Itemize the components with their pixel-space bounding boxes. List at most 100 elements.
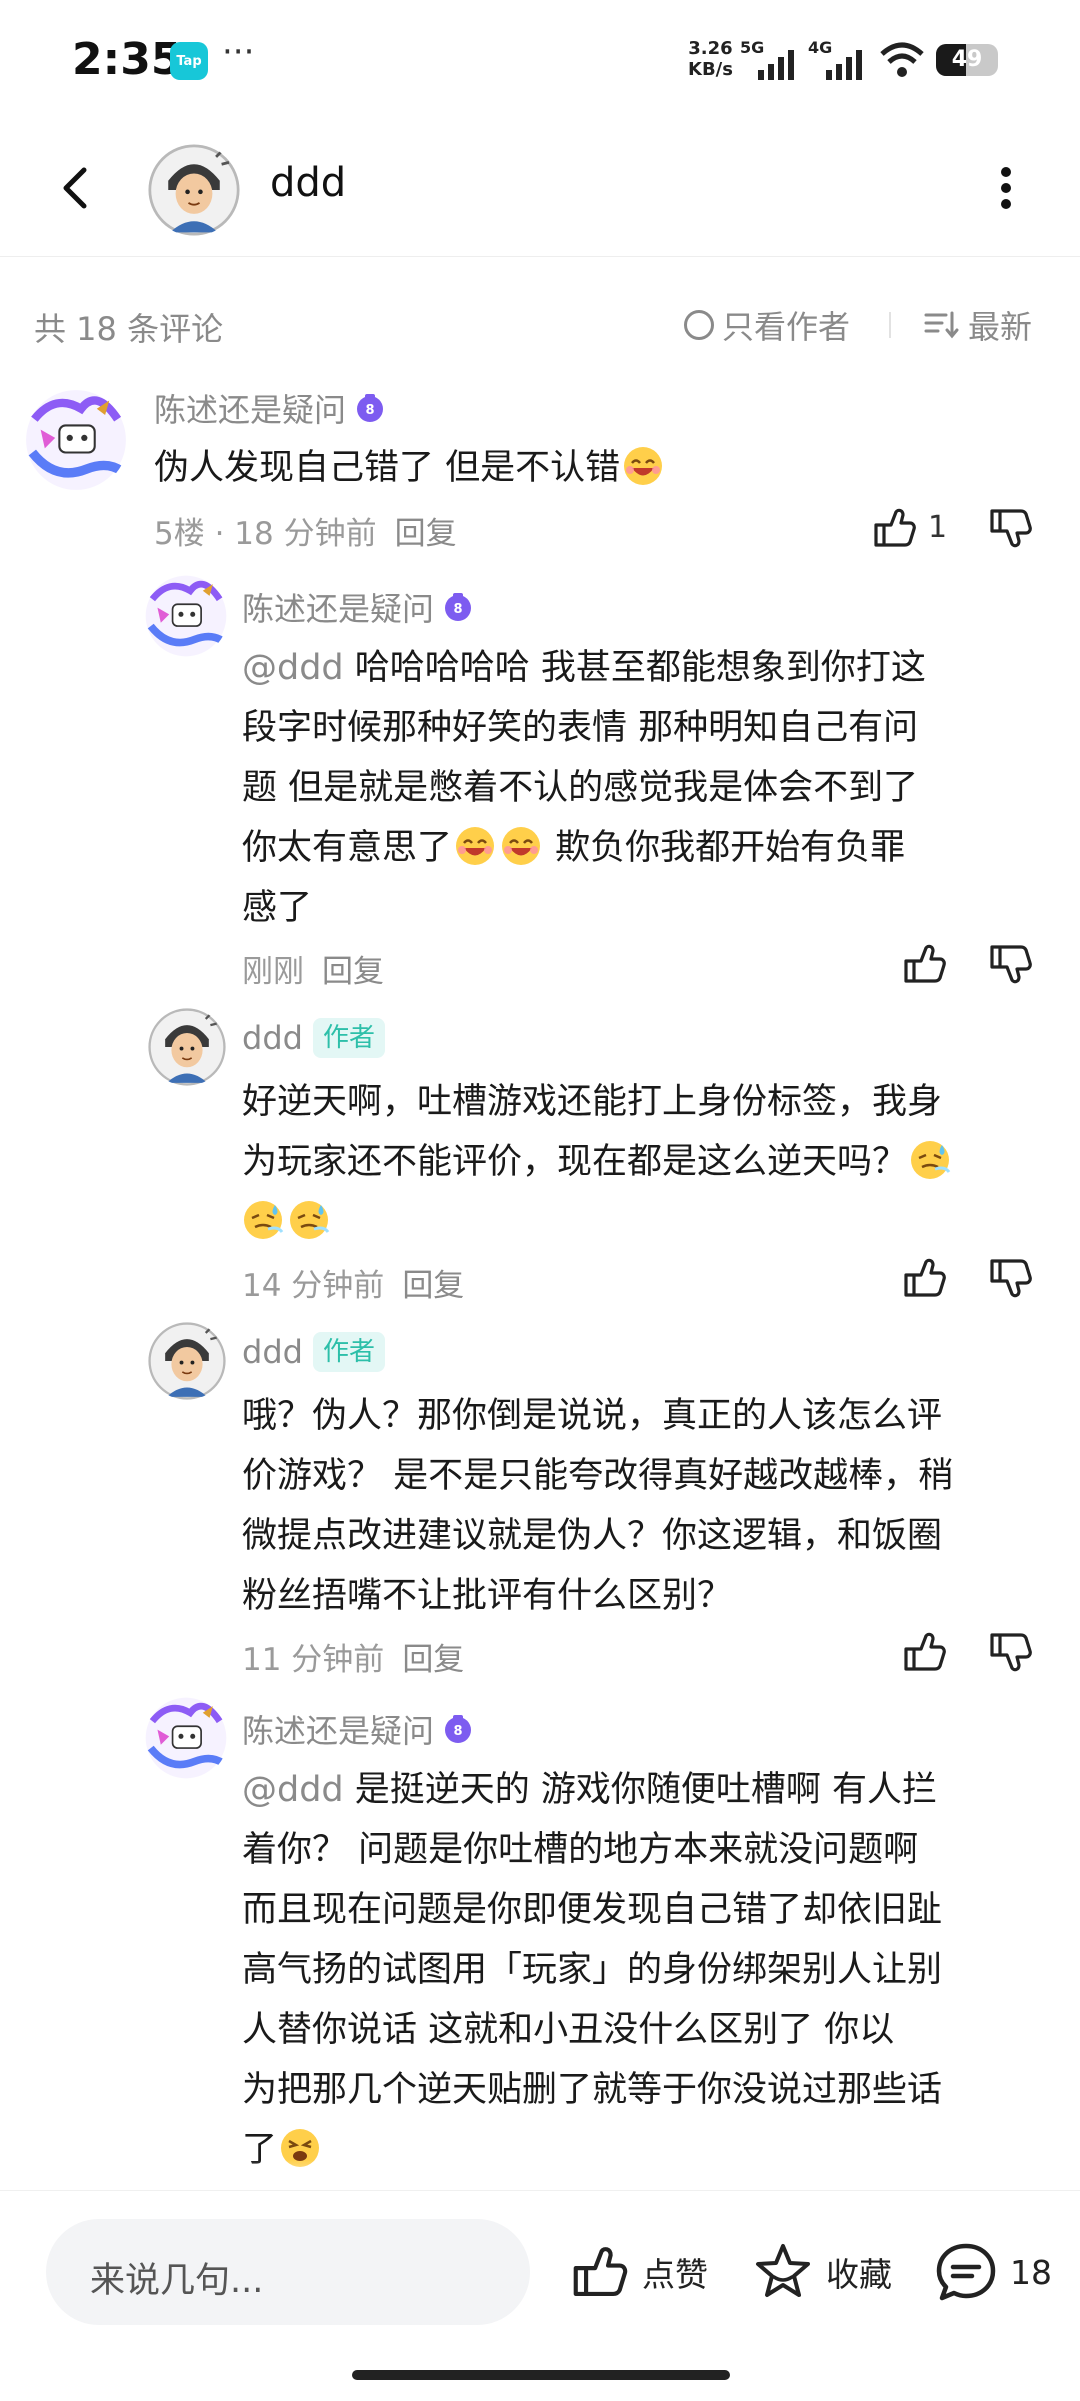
commenter-name[interactable]: ddd 作者 (242, 1332, 385, 1372)
comment-line: 价游戏？ 是不是只能夸改得真好越改越棒，稍 (242, 1456, 954, 1496)
comment-line: 为玩家还不能评价，现在都是这么逆天吗？ (242, 1142, 908, 1182)
comment-meta: 14 分钟前 回复 (242, 1260, 464, 1305)
comment-line: 段字时候那种好笑的表情 那种明知自己有问 (242, 708, 919, 748)
wifi-icon (880, 42, 924, 77)
comment-count: 共 18 条评论 (34, 310, 224, 348)
comment-line: 伪人发现自己错了 但是不认错 (154, 448, 621, 488)
status-time: 2:35 (72, 34, 182, 85)
favorite-button[interactable]: 收藏 (752, 2241, 892, 2303)
comment-text: 哦？伪人？那你倒是说说，真正的人该怎么评 价游戏？ 是不是只能夸改得真好越改越棒… (242, 1386, 953, 1626)
comment-line: 为把那几个逆天贴删了就等于你没说过那些话 (242, 2070, 943, 2110)
comment-line: 高气扬的试图用「玩家」的身份绑架别人让别 (242, 1950, 943, 1990)
comment-text: @ddd 是挺逆天的 游戏你随便吐槽啊 有人拦 着你？ 问题是你吐槽的地方本来就… (242, 1760, 942, 2180)
commenter-name-text: ddd (242, 1333, 303, 1371)
signal-bars-2-icon (826, 50, 862, 80)
commenter-avatar[interactable] (148, 1008, 226, 1086)
dislike-icon[interactable] (986, 1628, 1034, 1676)
comment-meta: 5楼 · 18 分钟前 回复 (154, 516, 457, 552)
battery-level: 49 (951, 47, 983, 72)
filter-divider (889, 312, 891, 338)
comment-line: 粉丝捂嘴不让批评有什么区别？ (242, 1576, 733, 1616)
back-icon[interactable] (48, 158, 108, 218)
commenter-name[interactable]: 陈述还是疑问 (242, 1706, 474, 1752)
laughing-emoji-icon (622, 445, 664, 487)
like-post-button[interactable]: 点赞 (568, 2241, 708, 2303)
only-author-toggle[interactable]: 只看作者 (684, 302, 850, 348)
scroll-fade (0, 2160, 1080, 2190)
like-count: 1 (928, 510, 948, 545)
comment-line: 是挺逆天的 游戏你随便吐槽啊 有人拦 (354, 1770, 938, 1810)
comment-line: 感了 (242, 888, 313, 928)
signal-bars-icon (758, 50, 794, 80)
star-icon (756, 2244, 810, 2297)
comment-line: 微提点改进建议就是伪人？你这逻辑，和饭圈 (242, 1516, 943, 1556)
comments-count: 18 (1010, 2252, 1052, 2292)
commenter-name[interactable]: ddd 作者 (242, 1018, 385, 1058)
reply-button[interactable]: 回复 (395, 516, 457, 552)
level-badge-icon (442, 591, 474, 623)
sweat-emoji-icon (242, 1199, 284, 1241)
comments-button[interactable]: 18 (934, 2241, 1052, 2303)
commenter-name-text: 陈述还是疑问 (242, 590, 435, 628)
comment-bubble-icon (936, 2243, 996, 2301)
vertical-dots-icon[interactable] (986, 160, 1026, 216)
comment-line: 人替你说话 这就和小丑没什么区别了 你以 (242, 2010, 895, 2050)
commenter-name-text: 陈述还是疑问 (154, 391, 347, 429)
comment-input-placeholder: 来说几句... (90, 2261, 264, 2301)
comment-meta: 刚刚 回复 (242, 946, 384, 991)
author-tag: 作者 (312, 1018, 385, 1058)
commenter-avatar[interactable] (24, 388, 128, 492)
comment-time: 18 分钟前 (234, 516, 377, 552)
comment-text: 伪人发现自己错了 但是不认错 (154, 438, 666, 498)
level-badge-icon (442, 1713, 474, 1745)
laughing-emoji-icon (454, 825, 496, 867)
commenter-avatar[interactable] (148, 1322, 226, 1400)
commenter-avatar[interactable] (144, 574, 228, 658)
battery-icon: 49 (936, 44, 998, 76)
home-indicator[interactable] (352, 2370, 730, 2380)
reply-button[interactable]: 回复 (402, 1642, 464, 1678)
reply-button[interactable]: 回复 (402, 1268, 464, 1304)
comment-time: 14 分钟前 (242, 1268, 385, 1304)
sweat-emoji-icon (288, 1199, 330, 1241)
network-speed-unit: KB/s (688, 59, 733, 80)
comment-line: 哈哈哈哈哈 我甚至都能想象到你打这 (354, 648, 926, 688)
comment-line: 你太有意思了 (242, 828, 453, 868)
thumbs-up-icon (568, 2241, 630, 2303)
only-author-label: 只看作者 (722, 308, 851, 346)
radio-circle-icon (684, 310, 714, 340)
dislike-icon[interactable] (986, 940, 1034, 988)
author-avatar[interactable] (148, 144, 240, 236)
commenter-avatar[interactable] (144, 1696, 228, 1780)
comment-line: 而且现在问题是你即便发现自己错了却依旧趾 (242, 1890, 943, 1930)
like-icon[interactable] (900, 1628, 948, 1676)
comment-line: 着你？ 问题是你吐槽的地方本来就没问题啊 (242, 1830, 919, 1870)
sort-icon (924, 311, 959, 339)
network-speed: 3.26 KB/s (688, 38, 733, 80)
network-speed-value: 3.26 (688, 38, 733, 59)
sort-button[interactable]: 最新 (924, 302, 1032, 348)
like-icon[interactable] (900, 940, 948, 988)
reply-button[interactable]: 回复 (322, 954, 384, 990)
sort-label: 最新 (968, 308, 1033, 346)
commenter-name[interactable]: 陈述还是疑问 (154, 385, 386, 431)
commenter-name-text: ddd (242, 1019, 303, 1057)
commenter-name[interactable]: 陈述还是疑问 (242, 584, 474, 630)
comment-time: 11 分钟前 (242, 1642, 385, 1678)
mention-link[interactable]: @ddd (242, 648, 344, 688)
like-icon[interactable] (900, 1254, 948, 1302)
comment-time: 刚刚 (242, 954, 304, 990)
comment-line: 好逆天啊，吐槽游戏还能打上身份标签，我身 (242, 1082, 943, 1122)
comment-input[interactable]: 来说几句... (46, 2219, 530, 2325)
like-icon[interactable] (870, 504, 918, 552)
page-title: ddd (270, 160, 347, 206)
app-header: ddd (0, 120, 1080, 257)
dislike-icon[interactable] (986, 504, 1034, 552)
comment-text: 好逆天啊，吐槽游戏还能打上身份标签，我身 为玩家还不能评价，现在都是这么逆天吗？ (242, 1072, 953, 1252)
comment-line: 欺负你我都开始有负罪 (555, 828, 906, 868)
floor-number: 5楼 (154, 516, 205, 552)
mention-link[interactable]: @ddd (242, 1770, 344, 1810)
favorite-label: 收藏 (826, 2255, 892, 2294)
dislike-icon[interactable] (986, 1254, 1034, 1302)
comment-text: @ddd 哈哈哈哈哈 我甚至都能想象到你打这 段字时候那种好笑的表情 那种明知自… (242, 638, 926, 938)
